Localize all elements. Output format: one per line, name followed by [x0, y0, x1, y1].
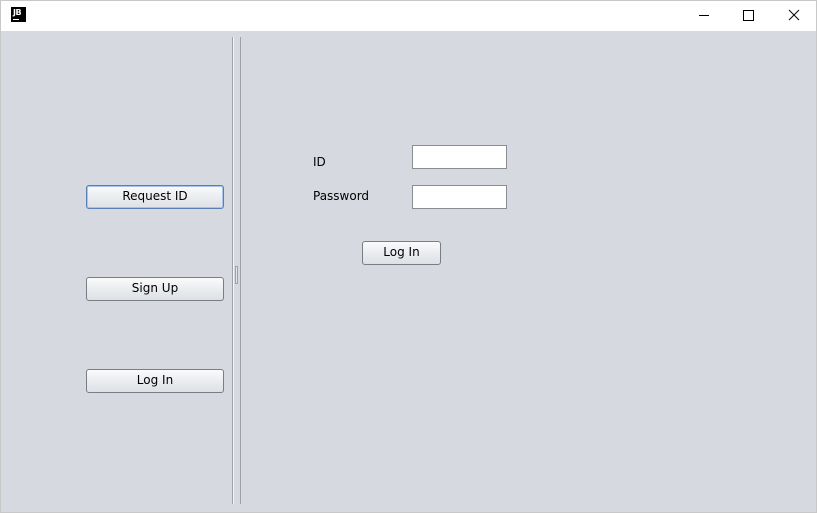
app-icon-underbar: [13, 19, 19, 20]
title-bar[interactable]: JB: [1, 1, 816, 31]
id-label: ID: [313, 155, 326, 169]
minimize-button[interactable]: [681, 1, 727, 31]
log-in-button[interactable]: Log In: [362, 241, 441, 265]
maximize-icon: [743, 10, 754, 21]
divider-highlight: [233, 37, 234, 504]
divider-edge-right: [240, 37, 241, 504]
id-input[interactable]: [412, 145, 507, 169]
content-area: Request ID Sign Up Log In ID Password Lo…: [1, 31, 816, 512]
app-icon: JB: [11, 7, 26, 22]
close-button[interactable]: [771, 1, 817, 31]
minimize-icon: [699, 15, 709, 16]
password-input[interactable]: [412, 185, 507, 209]
request-id-button[interactable]: Request ID: [86, 185, 224, 209]
close-icon: [788, 9, 800, 21]
password-label: Password: [313, 189, 370, 203]
app-icon-text: JB: [13, 8, 22, 17]
split-pane-divider[interactable]: [231, 37, 242, 504]
app-window: JB Request ID Sign Up Log In ID Password…: [0, 0, 817, 513]
nav-log-in-button[interactable]: Log In: [86, 369, 224, 393]
maximize-button[interactable]: [725, 1, 771, 31]
navigation-panel: Request ID Sign Up Log In: [1, 31, 231, 512]
divider-grip-handle[interactable]: [235, 266, 238, 284]
login-form-panel: ID Password Log In: [242, 31, 816, 512]
sign-up-button[interactable]: Sign Up: [86, 277, 224, 301]
